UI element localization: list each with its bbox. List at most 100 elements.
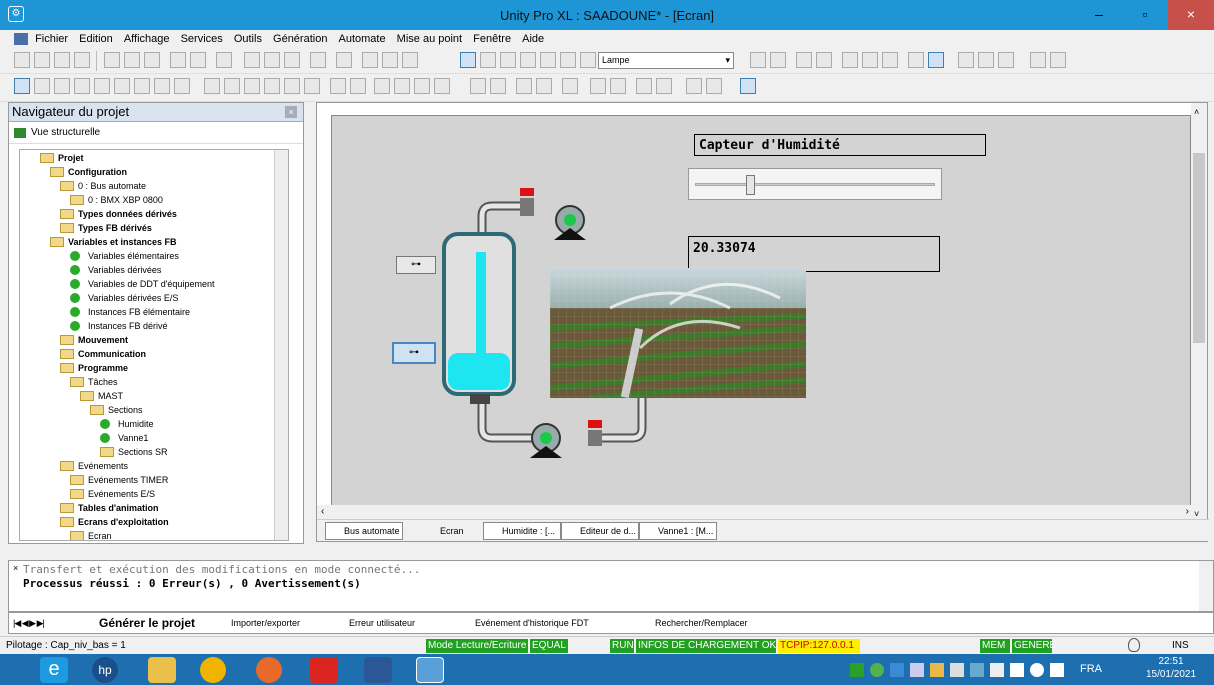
print-icon[interactable] [74, 52, 90, 68]
restore-button[interactable]: ▫ [1122, 0, 1168, 30]
scroll-down-icon[interactable]: ˅ [1194, 509, 1199, 519]
find-icon[interactable] [540, 52, 556, 68]
stop-icon[interactable] [862, 52, 878, 68]
tree-item[interactable]: Types données dérivés [60, 208, 177, 221]
window-icon[interactable] [310, 52, 326, 68]
tree-item[interactable]: 0 : BMX XBP 0800 [70, 194, 163, 207]
tray-icon[interactable] [910, 663, 924, 677]
zoom-icon[interactable] [264, 52, 280, 68]
scroll-left-icon[interactable]: ‹ [321, 506, 324, 517]
network-icon[interactable] [1010, 663, 1024, 677]
front-icon[interactable] [330, 78, 346, 94]
grid-icon[interactable] [284, 52, 300, 68]
context-help-icon[interactable] [1050, 52, 1066, 68]
tree-scrollbar[interactable] [274, 150, 288, 540]
internet-explorer-icon[interactable]: e [40, 657, 68, 683]
rebuild-icon[interactable] [382, 52, 398, 68]
close-icon[interactable]: × [285, 106, 297, 118]
minimize-button[interactable]: – [1076, 0, 1122, 30]
tab-vanne1[interactable]: Vanne1 : [M... [639, 522, 717, 540]
ellipse-tool-icon[interactable] [74, 78, 90, 94]
tab-editeur[interactable]: Editeur de d... [561, 522, 639, 540]
column-icon[interactable] [480, 52, 496, 68]
tab-bus-automate[interactable]: Bus automate [325, 522, 403, 540]
align-top-icon[interactable] [434, 78, 450, 94]
build-icon[interactable] [362, 52, 378, 68]
button-tool-icon[interactable] [204, 78, 220, 94]
group-icon[interactable] [470, 78, 486, 94]
tree-item[interactable]: Configuration [50, 166, 127, 179]
search-combo[interactable]: Lampe ▾ [598, 52, 734, 69]
structural-view-label[interactable]: Vue structurelle [31, 127, 100, 138]
ungroup-icon[interactable] [490, 78, 506, 94]
flip-v-icon[interactable] [536, 78, 552, 94]
find-next-icon[interactable] [560, 52, 576, 68]
tree-item[interactable]: Instances FB dérivé [70, 320, 168, 333]
menu-automate[interactable]: Automate [339, 30, 386, 48]
tree-item[interactable]: 0 : Bus automate [60, 180, 146, 193]
tile-horizontal-icon[interactable] [978, 52, 994, 68]
menu-edition[interactable]: Edition [79, 30, 113, 48]
close-button[interactable]: × [1168, 0, 1214, 30]
tab-nav-arrows[interactable]: |◀ ◀ ▶ ▶| [13, 618, 45, 629]
tree-item[interactable]: Tâches [70, 376, 118, 389]
load-icon[interactable] [816, 52, 832, 68]
tree-item[interactable]: Variables dérivées [70, 264, 161, 277]
chevron-down-icon[interactable]: ▾ [725, 53, 730, 68]
tree-item[interactable]: Communication [60, 348, 146, 361]
tree-item[interactable]: Variables de DDT d'équipement [70, 278, 214, 291]
search-icon[interactable] [244, 52, 260, 68]
tab-generer-projet[interactable]: Générer le projet [99, 616, 195, 630]
tree-item[interactable]: MAST [80, 390, 123, 403]
chart-tool-icon[interactable] [174, 78, 190, 94]
tree-item[interactable]: Sections [90, 404, 143, 417]
output-close-icon[interactable]: × [13, 563, 18, 573]
flip-h-icon[interactable] [516, 78, 532, 94]
firefox-icon[interactable] [256, 657, 282, 683]
tree-item[interactable]: Instances FB élémentaire [70, 306, 190, 319]
polygon-tool-icon[interactable] [114, 78, 130, 94]
group-tool-icon[interactable] [284, 78, 300, 94]
link-tool-icon[interactable] [304, 78, 320, 94]
entry-tool-icon[interactable] [244, 78, 260, 94]
arc-tool-icon[interactable] [94, 78, 110, 94]
tray-icon[interactable] [930, 663, 944, 677]
screen-icon[interactable] [460, 52, 476, 68]
message-icon[interactable] [686, 78, 702, 94]
editor-scroll-thumb[interactable] [1193, 153, 1205, 343]
tree-item[interactable]: Tables d'animation [60, 502, 159, 515]
tree-item[interactable]: Variables et instances FB [50, 236, 177, 249]
volume-icon[interactable] [1030, 663, 1044, 677]
unity-pro-taskbar-icon[interactable] [416, 657, 444, 683]
word-icon[interactable] [364, 657, 392, 683]
tab-evenement-fdt[interactable]: Evénement d'historique FDT [475, 618, 589, 628]
edit-mode-icon[interactable] [740, 78, 756, 94]
analyze-icon[interactable] [402, 52, 418, 68]
copy-icon[interactable] [104, 52, 120, 68]
menu-mise-au-point[interactable]: Mise au point [397, 30, 462, 48]
chrome-icon[interactable] [200, 657, 226, 683]
line-tool-icon[interactable] [34, 78, 50, 94]
select-tool-icon[interactable] [14, 78, 30, 94]
cut-icon[interactable] [124, 52, 140, 68]
align-right-icon[interactable] [414, 78, 430, 94]
align-center-icon[interactable] [394, 78, 410, 94]
tab-rechercher[interactable]: Rechercher/Remplacer [655, 618, 748, 628]
connect-icon[interactable] [750, 52, 766, 68]
validate-icon[interactable] [216, 52, 232, 68]
tile-vertical-icon[interactable] [998, 52, 1014, 68]
menu-services[interactable]: Services [181, 30, 223, 48]
paste-icon[interactable] [144, 52, 160, 68]
tree-item[interactable]: Ecran [70, 530, 112, 540]
tree-item[interactable]: Humidite [100, 418, 154, 431]
redo-icon[interactable] [190, 52, 206, 68]
tray-icon[interactable] [850, 663, 864, 677]
checkbox-tool-icon[interactable] [224, 78, 240, 94]
table-icon[interactable] [500, 52, 516, 68]
tree-item[interactable]: Vanne1 [100, 432, 148, 445]
tree-item[interactable]: Evénements E/S [70, 488, 155, 501]
language-indicator[interactable]: FRA [1080, 663, 1102, 675]
open-icon[interactable] [34, 52, 50, 68]
run-icon[interactable] [842, 52, 858, 68]
undo-icon[interactable] [170, 52, 186, 68]
